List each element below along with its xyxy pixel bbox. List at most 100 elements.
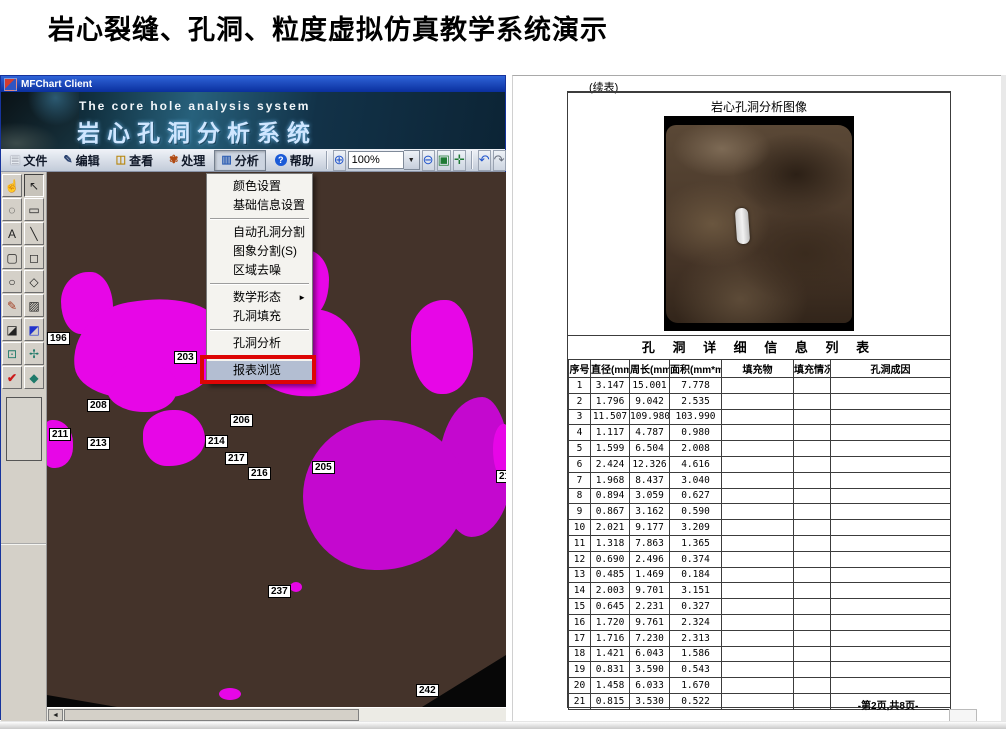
cell-area: 3.151	[670, 583, 722, 599]
menu-item-pore-filling[interactable]: 孔洞填充	[207, 307, 312, 326]
pore-label: 237	[268, 585, 291, 598]
pore-region	[143, 410, 205, 466]
menu-item-region-denoise[interactable]: 区域去噪	[207, 261, 312, 280]
app-icon	[4, 78, 17, 91]
zoom-out-icon: ⊖	[423, 152, 434, 168]
transform-tool-button[interactable]: ⊡	[2, 342, 22, 365]
lasso-tool-button[interactable]: ◌	[2, 198, 22, 221]
cell-area: 1.586	[670, 646, 722, 662]
menu-edit-label: 编辑	[76, 152, 100, 169]
cell-pore-origin	[831, 488, 951, 504]
move-tool-button[interactable]: ✢	[24, 342, 44, 365]
rounded-rect-tool-button[interactable]: ◻	[24, 246, 44, 269]
table-row: 14 2.003 9.701 3.151	[569, 583, 951, 599]
menu-item-color-settings[interactable]: 颜色设置	[207, 177, 312, 196]
confirm-tool-button[interactable]: ✔	[2, 366, 22, 389]
cell-filling	[722, 535, 794, 551]
cell-filling	[722, 630, 794, 646]
fill-tool-button[interactable]: ◆	[24, 366, 44, 389]
cell-filling	[722, 583, 794, 599]
menu-analysis[interactable]: ▥ 分析	[214, 150, 265, 171]
cell-fill-status	[794, 488, 831, 504]
cell-area: 0.522	[670, 693, 722, 709]
zoom-level-value[interactable]: 100%	[348, 151, 404, 169]
polygon-tool-button[interactable]: ◇	[24, 270, 44, 293]
cell-diameter: 1.117	[591, 425, 630, 441]
cell-perimeter: 4.787	[630, 425, 670, 441]
menu-file[interactable]: ▤ 文件	[3, 150, 54, 171]
right-edge-strip	[1001, 75, 1006, 721]
hand-tool-button[interactable]: ☝	[2, 174, 22, 197]
menu-item-label: 报表浏览	[233, 363, 281, 377]
cell-perimeter: 12.326	[630, 456, 670, 472]
col-fill-status: 填充情况	[794, 360, 831, 378]
cell-perimeter: 109.980	[630, 409, 670, 425]
cell-diameter: 0.690	[591, 551, 630, 567]
rect-tool-button[interactable]: ▢	[2, 246, 22, 269]
cell-fill-status	[794, 630, 831, 646]
cell-perimeter: 7.863	[630, 535, 670, 551]
cell-filling	[722, 693, 794, 709]
cell-index: 12	[569, 551, 591, 567]
scrollbar-thumb[interactable]	[64, 709, 359, 721]
zoom-level-combo[interactable]: 100% ▼	[348, 151, 420, 169]
hatch-tool-button[interactable]: ▨	[24, 294, 44, 317]
menu-item-auto-pore-segmentation[interactable]: 自动孔洞分割	[207, 223, 312, 242]
line-tool-button[interactable]: ╲	[24, 222, 44, 245]
pencil-tool-button[interactable]: ✎	[2, 294, 22, 317]
cell-area: 2.313	[670, 630, 722, 646]
pan-icon: ✛	[454, 152, 465, 168]
chevron-down-icon[interactable]: ▼	[404, 150, 420, 170]
cell-filling	[722, 614, 794, 630]
menu-help[interactable]: ? 帮助	[268, 150, 321, 171]
eraser-tool-button[interactable]: ◪	[2, 318, 22, 341]
cell-pore-origin	[831, 425, 951, 441]
pore-label: 196	[47, 332, 70, 345]
cell-perimeter: 6.504	[630, 441, 670, 457]
menu-item-pore-analysis[interactable]: 孔洞分析	[207, 334, 312, 353]
redo-button[interactable]: ↷	[493, 150, 506, 171]
cell-perimeter: 8.437	[630, 472, 670, 488]
cell-filling	[722, 378, 794, 394]
cell-diameter: 2.424	[591, 456, 630, 472]
cell-fill-status	[794, 504, 831, 520]
cell-pore-origin	[831, 614, 951, 630]
text-tool-button[interactable]: A	[2, 222, 22, 245]
menu-item-image-segmentation[interactable]: 图象分割(S)	[207, 242, 312, 261]
toolbar-separator	[326, 151, 328, 169]
cell-fill-status	[794, 472, 831, 488]
cell-index: 11	[569, 535, 591, 551]
select-tool-button[interactable]: ↖	[24, 174, 44, 197]
pan-button[interactable]: ✛	[453, 150, 466, 171]
ellipse-tool-icon: ○	[8, 275, 15, 289]
menu-item-basic-info-settings[interactable]: 基础信息设置	[207, 196, 312, 215]
window-titlebar[interactable]: MFChart Client	[1, 76, 505, 92]
fit-view-button[interactable]: ▣	[437, 150, 451, 171]
zoom-in-button[interactable]: ⊕	[333, 150, 346, 171]
scroll-left-icon[interactable]: ◄	[48, 709, 63, 721]
cell-area: 2.535	[670, 393, 722, 409]
ellipse-tool-button[interactable]: ○	[2, 270, 22, 293]
pore-label: 214	[205, 435, 228, 448]
cell-pore-origin	[831, 535, 951, 551]
submenu-arrow-icon: ►	[298, 288, 306, 307]
horizontal-scrollbar[interactable]: ◄	[47, 707, 506, 721]
menu-item-math-morphology[interactable]: 数学形态 ►	[207, 288, 312, 307]
cell-index: 10	[569, 520, 591, 536]
cell-fill-status	[794, 393, 831, 409]
col-pore-origin: 孔洞成因	[831, 360, 951, 378]
zoom-out-button[interactable]: ⊖	[422, 150, 435, 171]
undo-button[interactable]: ↶	[478, 150, 491, 171]
menu-edit[interactable]: ✎ 编辑	[56, 150, 106, 171]
menu-separator	[210, 356, 309, 358]
menu-process[interactable]: ✾ 处理	[162, 150, 212, 171]
cell-pore-origin	[831, 599, 951, 615]
cell-fill-status	[794, 646, 831, 662]
pore-label: 211	[49, 428, 71, 441]
eraser-plus-tool-button[interactable]: ◩	[24, 318, 44, 341]
menu-item-report-browse[interactable]: 报表浏览	[207, 361, 312, 380]
file-icon: ▤	[10, 155, 20, 166]
marquee-tool-button[interactable]: ▭	[24, 198, 44, 221]
cell-perimeter: 15.001	[630, 378, 670, 394]
menu-view[interactable]: ◫ 查看	[109, 150, 160, 171]
